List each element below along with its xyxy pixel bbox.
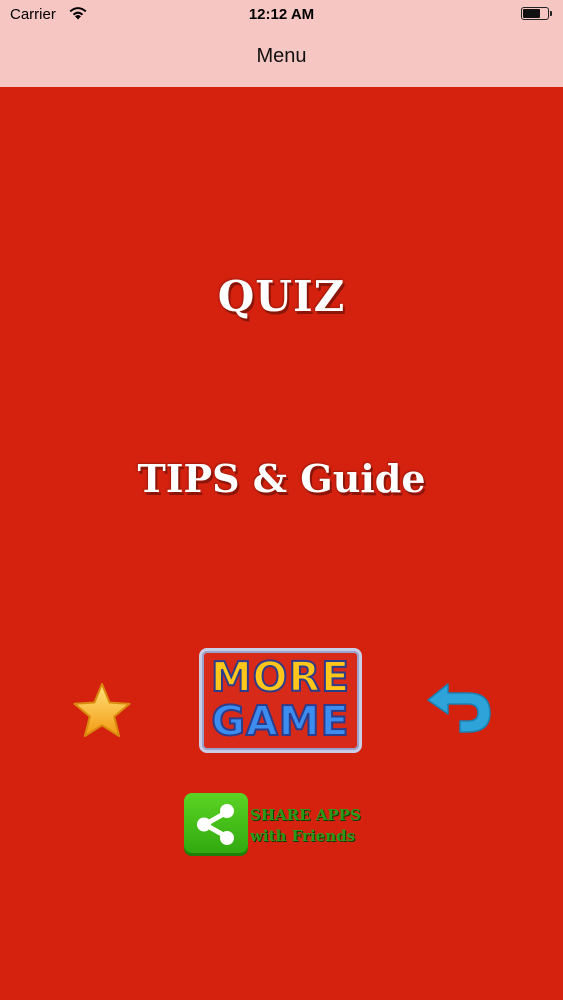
status-bar: Carrier 12:12 AM: [0, 0, 563, 30]
share-apps-label[interactable]: SHARE APPS with Friends: [250, 805, 361, 847]
battery-level: [523, 9, 540, 18]
quiz-button[interactable]: QUIZ: [0, 272, 563, 321]
share-line-2: with Friends: [250, 827, 356, 845]
more-game-label-bottom: GAME: [210, 696, 350, 746]
more-game-label-top: MORE: [210, 652, 351, 702]
tips-guide-button[interactable]: TIPS & Guide: [0, 456, 563, 501]
star-icon[interactable]: [72, 682, 132, 740]
navigation-bar: Carrier 12:12 AM Menu: [0, 0, 563, 87]
status-time: 12:12 AM: [248, 6, 315, 23]
page-title: Menu: [256, 45, 307, 67]
back-arrow-icon[interactable]: [424, 680, 494, 736]
share-line-1: SHARE APPS: [250, 806, 361, 824]
more-game-button[interactable]: MORE GAME: [199, 648, 362, 753]
battery-icon: [521, 7, 552, 20]
share-button[interactable]: [184, 793, 248, 856]
